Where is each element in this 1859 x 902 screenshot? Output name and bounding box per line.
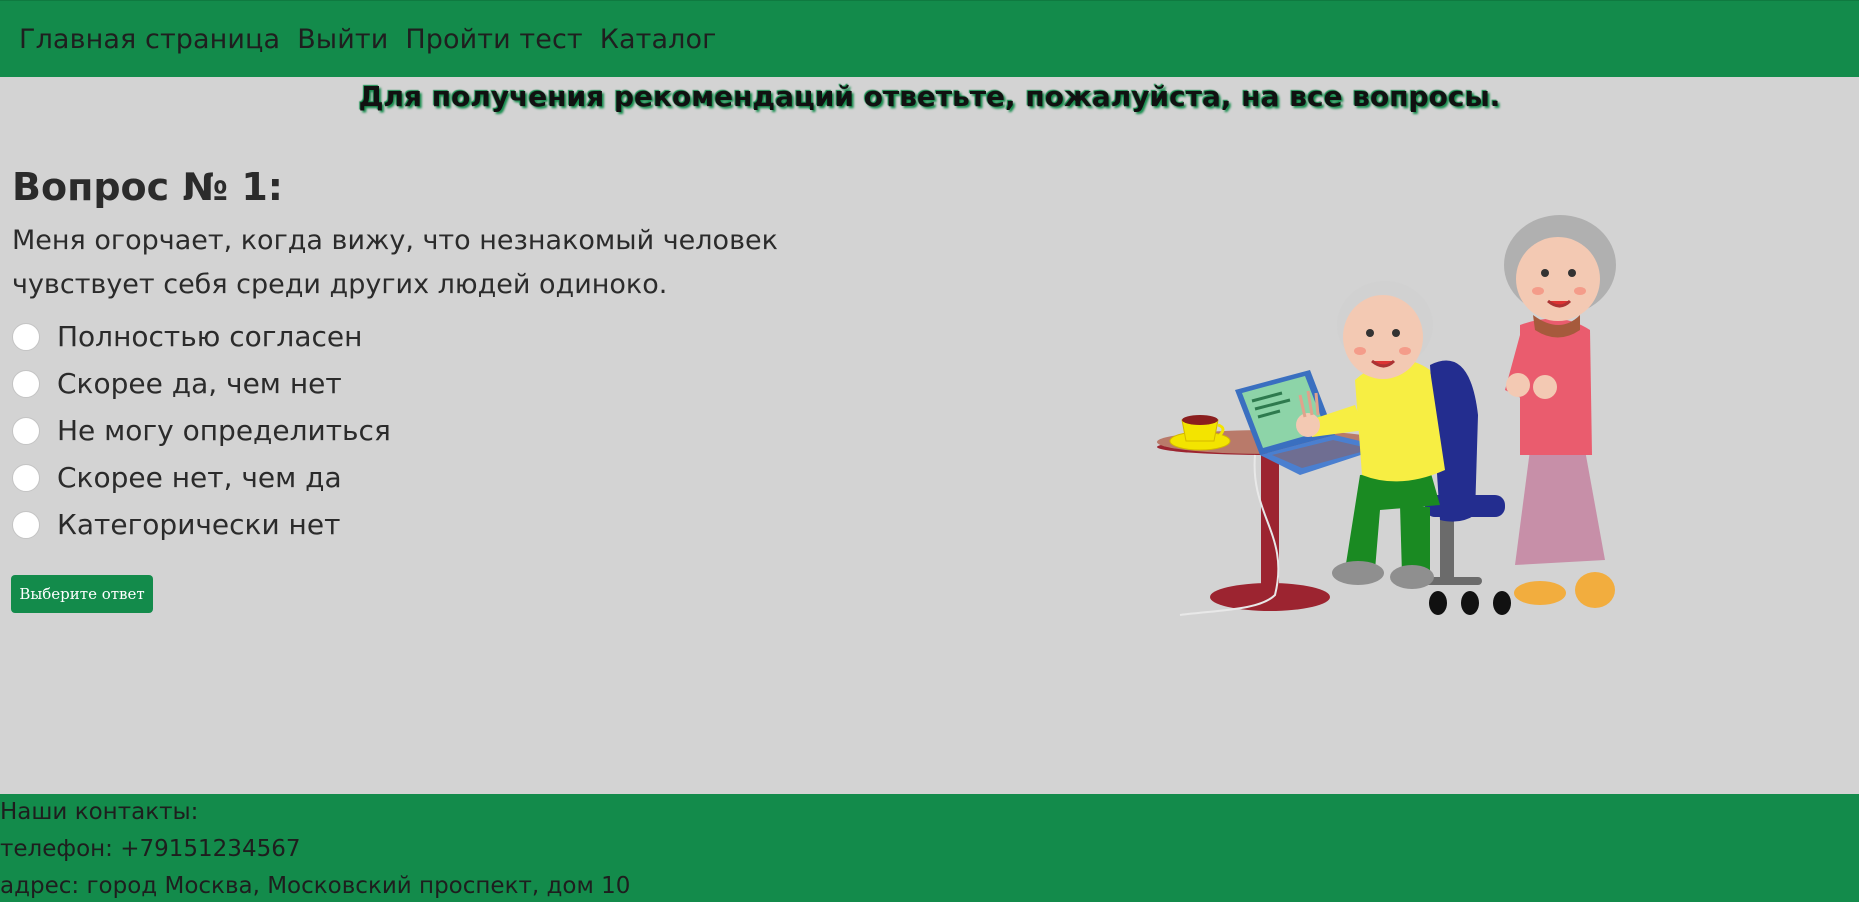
radio-button[interactable] <box>12 369 40 398</box>
elderly-couple-laptop-icon <box>1157 215 1616 616</box>
answer-option-label: Категорически нет <box>57 508 341 541</box>
question-text: Меня огорчает, когда вижу, что незнакомы… <box>12 225 778 300</box>
answer-options: Полностью согласен Скорее да, чем нет Не… <box>12 313 912 548</box>
answer-option-label: Не могу определиться <box>57 414 391 447</box>
answer-option[interactable]: Скорее да, чем нет <box>12 360 912 407</box>
nav-link-take-test[interactable]: Пройти тест <box>405 24 582 55</box>
question-block: Вопрос № 1: Меня огорчает, когда вижу, ч… <box>12 165 912 548</box>
answer-option[interactable]: Полностью согласен <box>12 313 912 360</box>
contacts-heading: Наши контакты: <box>0 799 199 825</box>
answer-option[interactable]: Категорически нет <box>12 501 912 548</box>
answer-option[interactable]: Не могу определиться <box>12 407 912 454</box>
nav-link-catalog[interactable]: Каталог <box>600 24 717 55</box>
footer: Наши контакты: телефон: +79151234567 адр… <box>0 794 1859 902</box>
radio-button[interactable] <box>12 416 40 445</box>
question-title: Вопрос № 1: <box>12 165 283 209</box>
answer-option-label: Полностью согласен <box>57 320 363 353</box>
answer-option-label: Скорее нет, чем да <box>57 461 342 494</box>
contact-phone: телефон: +79151234567 <box>0 836 301 862</box>
answer-option-label: Скорее да, чем нет <box>57 367 342 400</box>
radio-button[interactable] <box>12 510 40 539</box>
contact-address: адрес: город Москва, Московский проспект… <box>0 873 631 899</box>
top-navbar: Главная страница Выйти Пройти тест Катал… <box>0 0 1859 77</box>
radio-button[interactable] <box>12 322 40 351</box>
elderly-couple-laptop-illustration <box>1140 215 1660 629</box>
submit-answer-button[interactable]: Выберите ответ <box>11 575 153 613</box>
radio-button[interactable] <box>12 463 40 492</box>
nav-link-home[interactable]: Главная страница <box>19 24 280 55</box>
nav-link-logout[interactable]: Выйти <box>297 24 388 55</box>
answer-option[interactable]: Скорее нет, чем да <box>12 454 912 501</box>
instruction-banner: Для получения рекомендаций ответьте, пож… <box>358 80 1501 113</box>
